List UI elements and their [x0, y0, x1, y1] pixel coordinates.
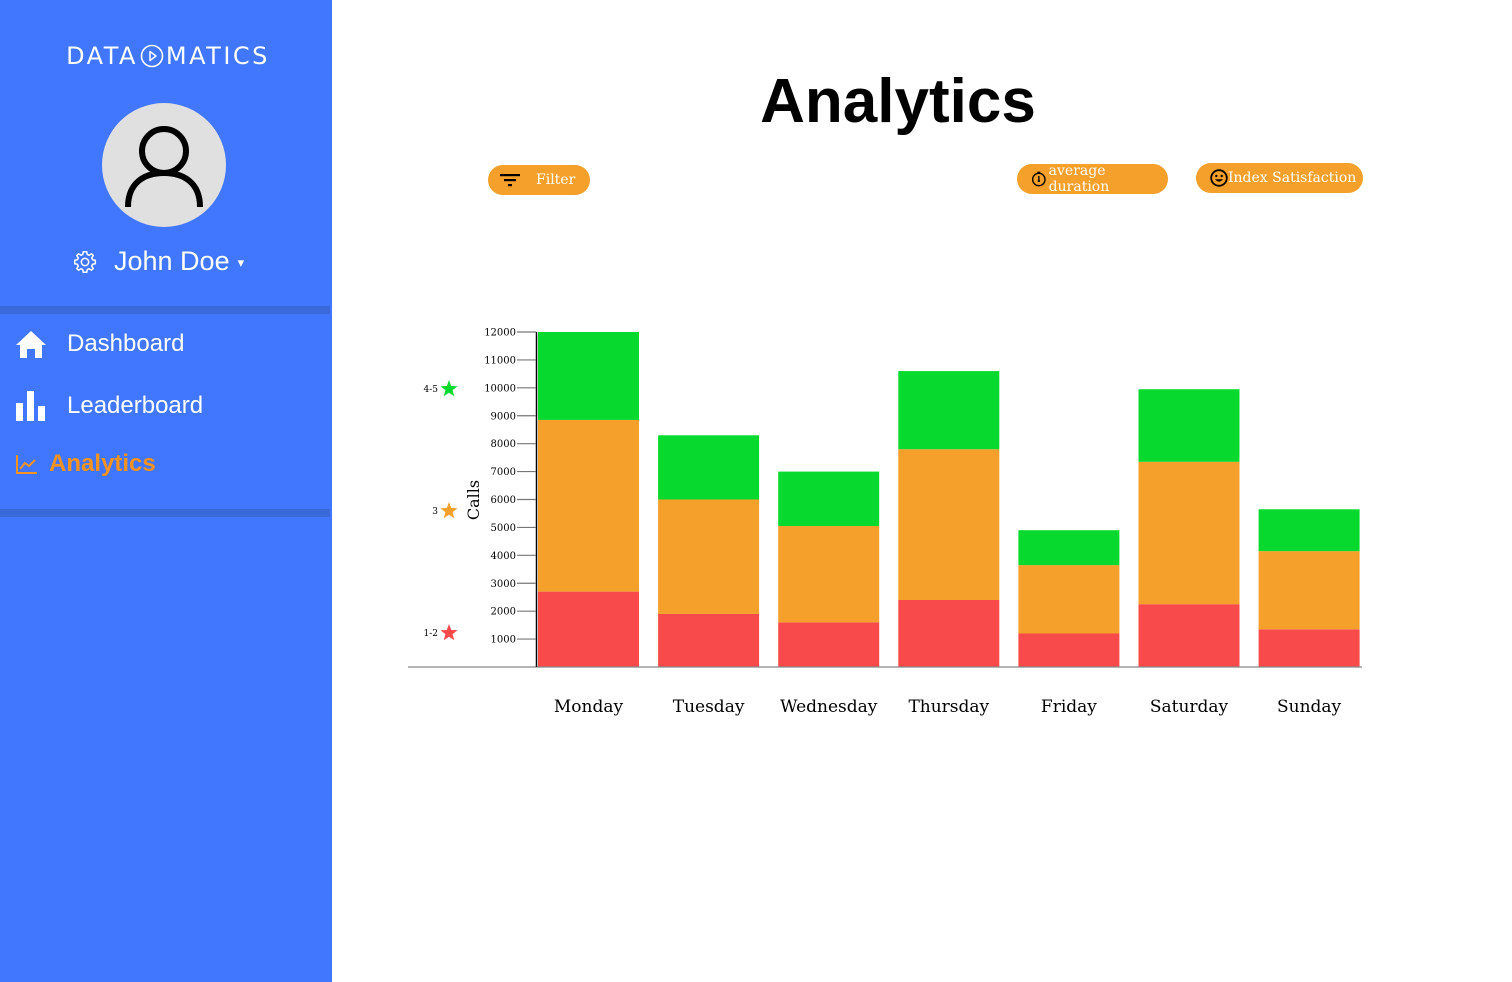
bar-segment-4-5-wednesday[interactable] [778, 471, 880, 527]
y-tick-label: 5000 [491, 523, 516, 534]
bar-segment-1-2-friday[interactable] [1018, 633, 1120, 668]
legend: 4-5 3 1-2 [424, 380, 458, 641]
y-tick-label: 11000 [484, 355, 516, 366]
bar-segment-1-2-thursday[interactable] [898, 600, 1000, 667]
bar-segment-4-5-sunday[interactable] [1258, 509, 1360, 552]
bar-segment-1-2-wednesday[interactable] [778, 622, 880, 667]
legend-label: 3 [432, 507, 438, 517]
bar-segment-4-5-monday[interactable] [538, 332, 639, 420]
x-tick-label: Friday [1041, 697, 1097, 717]
y-tick-label: 7000 [491, 467, 516, 478]
bar-segment-1-2-monday[interactable] [538, 591, 639, 667]
bar-segment-3-saturday[interactable] [1138, 461, 1240, 605]
y-tick-label: 3000 [491, 579, 516, 590]
x-labels-group: Monday Tuesday Wednesday Thursday Friday Satu… [554, 697, 1342, 717]
bar-segment-4-5-saturday[interactable] [1138, 389, 1240, 462]
y-tick-label: 4000 [491, 551, 516, 562]
x-tick-label: Tuesday [673, 697, 745, 717]
bars-group [538, 332, 1360, 667]
bar-segment-3-thursday[interactable] [898, 449, 1000, 600]
y-tick-label: 9000 [491, 411, 516, 422]
star-icon [440, 624, 458, 641]
star-icon [440, 502, 458, 519]
legend-label: 1-2 [424, 629, 439, 639]
y-tick-label: 10000 [484, 383, 516, 394]
y-tick-label: 8000 [491, 439, 516, 450]
bar-segment-4-5-tuesday[interactable] [658, 435, 760, 500]
stacked-bar-chart: 1000 2000 3000 4000 5000 6000 7000 8000 9000 1000… [408, 328, 1362, 717]
bar-segment-1-2-sunday[interactable] [1258, 629, 1360, 667]
y-axis-title: Calls [464, 480, 483, 520]
bar-segment-4-5-friday[interactable] [1018, 530, 1120, 566]
bar-segment-4-5-thursday[interactable] [898, 371, 1000, 450]
x-tick-label: Saturday [1150, 697, 1229, 717]
y-tick-label: 1000 [491, 635, 516, 646]
star-icon [440, 380, 458, 397]
bar-segment-3-tuesday[interactable] [658, 499, 760, 614]
bar-segment-3-wednesday[interactable] [778, 526, 880, 623]
x-tick-label: Wednesday [780, 697, 878, 717]
legend-label: 4-5 [424, 385, 439, 395]
bar-segment-1-2-saturday[interactable] [1138, 604, 1240, 667]
x-tick-label: Sunday [1277, 697, 1342, 717]
bar-segment-3-friday[interactable] [1018, 565, 1120, 634]
y-tick-label: 6000 [491, 495, 516, 506]
y-ticks-group: 1000 2000 3000 4000 5000 6000 7000 8000 9000 1000… [484, 328, 536, 646]
bar-segment-3-sunday[interactable] [1258, 551, 1360, 630]
y-tick-label: 2000 [491, 607, 516, 618]
bar-segment-3-monday[interactable] [538, 419, 639, 592]
x-tick-label: Monday [554, 697, 624, 717]
bar-segment-1-2-tuesday[interactable] [658, 613, 760, 667]
y-tick-label: 12000 [484, 328, 516, 339]
x-tick-label: Thursday [908, 697, 989, 717]
